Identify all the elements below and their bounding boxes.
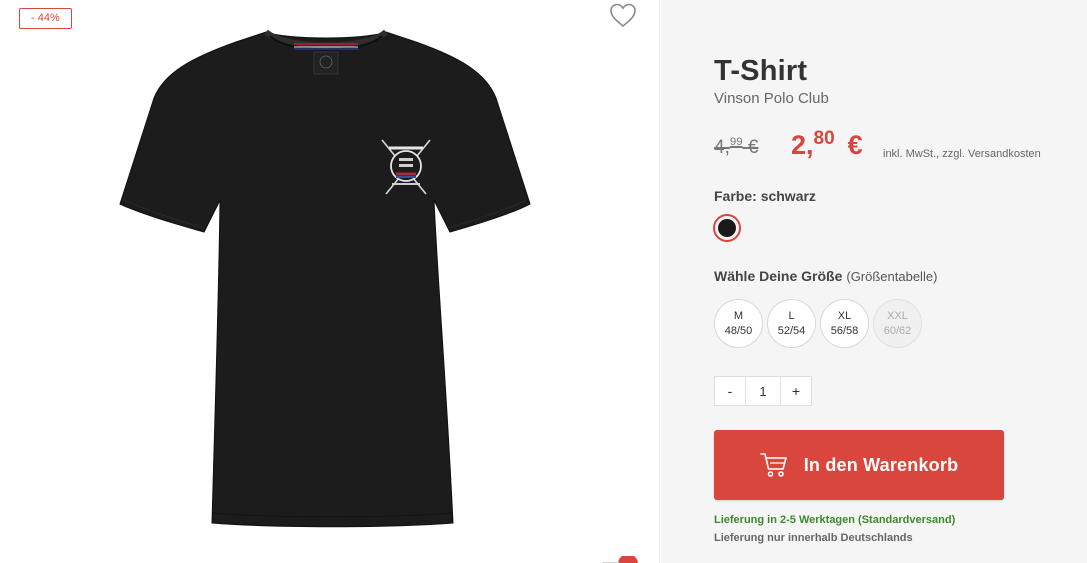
product-title: T-Shirt (714, 55, 808, 87)
shopping-cart-icon (759, 452, 788, 478)
old-price-currency: € (747, 136, 759, 158)
size-option-xxl[interactable]: XXL 60/62 (873, 299, 922, 348)
size-label: Wähle Deine Größe (Größentabelle) (714, 268, 937, 284)
size-option-sub: 52/54 (777, 324, 806, 337)
current-price-cents: 80 (813, 128, 835, 149)
size-option-label: XXL (887, 309, 908, 322)
add-to-cart-button[interactable]: In den Warenkorb (714, 430, 1004, 500)
product-brand[interactable]: Vinson Polo Club (714, 90, 829, 107)
current-price-main: 2, (791, 130, 814, 160)
size-option-label: XL (837, 309, 852, 322)
wishlist-heart-icon[interactable] (608, 2, 638, 28)
size-chart-link[interactable]: (Größentabelle) (846, 269, 937, 284)
tax-shipping-note[interactable]: inkl. MwSt., zzgl. Versandkosten (883, 148, 1041, 160)
color-value: schwarz (760, 188, 816, 204)
size-option-sub: 60/62 (883, 324, 912, 337)
size-option-l[interactable]: L 52/54 (767, 299, 816, 348)
size-option-sub: 48/50 (724, 324, 753, 337)
color-label-title: Farbe: (714, 188, 757, 204)
discount-badge: - 44% (19, 8, 72, 29)
color-label: Farbe: schwarz (714, 188, 816, 204)
current-price-currency: € (847, 130, 863, 160)
size-label-title: Wähle Deine Größe (714, 268, 843, 284)
size-option-xl[interactable]: XL 56/58 (820, 299, 869, 348)
product-image[interactable] (116, 28, 536, 530)
old-price-main: 4, (714, 136, 730, 158)
size-options: M 48/50 L 52/54 XL 56/58 XXL 60/62 (714, 299, 922, 348)
size-option-label: M (733, 309, 744, 322)
product-details: T-Shirt Vinson Polo Club 4,99 € 2,80 € in… (661, 0, 1087, 563)
cart-count-indicator[interactable] (602, 554, 640, 563)
quantity-stepper: - + (714, 376, 812, 406)
current-price: 2,80 € (791, 128, 863, 161)
product-gallery: - 44% (0, 0, 660, 563)
old-price-cents: 99 (729, 136, 743, 148)
delivery-time: Lieferung in 2-5 Werktagen (Standardvers… (714, 514, 956, 526)
size-option-label: L (788, 309, 795, 322)
quantity-input[interactable] (745, 377, 781, 405)
size-option-m[interactable]: M 48/50 (714, 299, 763, 348)
old-price: 4,99 € (714, 136, 758, 159)
delivery-area: Lieferung nur innerhalb Deutschlands (714, 532, 913, 544)
color-swatch-black[interactable] (713, 214, 741, 242)
color-swatch-dot (718, 219, 736, 237)
add-to-cart-label: In den Warenkorb (803, 454, 959, 475)
quantity-increase-button[interactable]: + (781, 377, 811, 405)
quantity-decrease-button[interactable]: - (715, 377, 745, 405)
size-option-sub: 56/58 (830, 324, 859, 337)
